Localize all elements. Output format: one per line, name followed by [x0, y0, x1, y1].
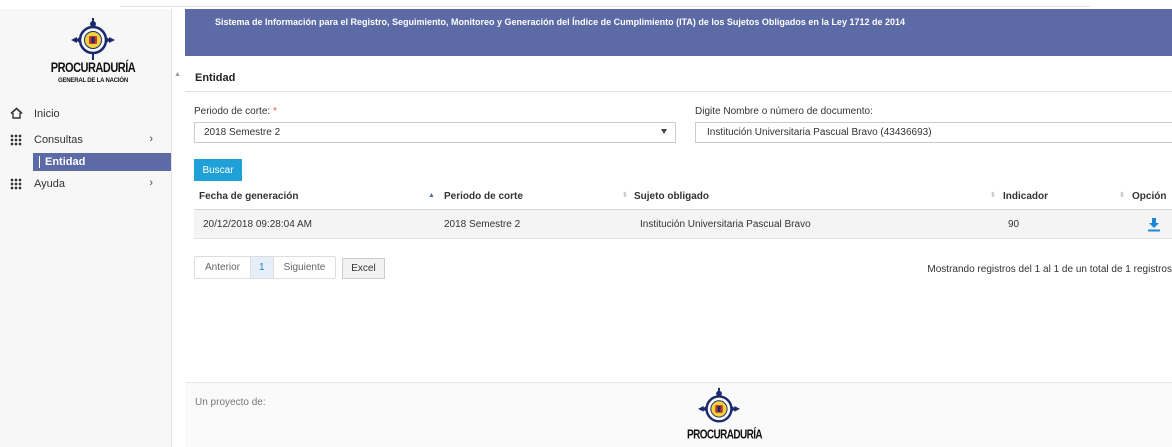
sidebar-item-ayuda[interactable]: Ayuda › [0, 171, 171, 197]
logo-title: PROCURADURÍA [50, 60, 136, 76]
column-header-indicador[interactable]: Indicador [1003, 191, 1048, 202]
search-input[interactable]: Institución Universitaria Pascual Bravo … [695, 122, 1172, 143]
download-icon[interactable] [1147, 217, 1161, 232]
sidebar-item-consultas[interactable]: Consultas › [0, 127, 171, 153]
column-header-fecha[interactable]: Fecha de generación [199, 191, 298, 202]
sidebar-item-label: Inicio [34, 108, 60, 120]
sidebar-item-label: Ayuda [34, 178, 65, 190]
chevron-right-icon: › [149, 133, 153, 145]
sort-icon[interactable]: ⬍ [622, 191, 628, 201]
project-label: Un proyecto de: [195, 397, 266, 408]
app-header: Sistema de Información para el Registro,… [185, 9, 1172, 56]
pagination-next[interactable]: Siguiente [274, 257, 336, 278]
footer-logo-title: PROCURADURÍA [687, 428, 763, 443]
column-header-opcion[interactable]: Opción [1132, 191, 1166, 202]
pagination-prev[interactable]: Anterior [195, 257, 250, 278]
sort-icon[interactable]: ⬍ [990, 191, 996, 201]
scroll-up-icon[interactable]: ▲ [174, 71, 181, 78]
grid-icon [10, 134, 22, 146]
footer-logo: PROCURADURÍA [687, 385, 763, 447]
pagination-page-1[interactable]: 1 [250, 257, 274, 278]
section-header: Entidad [185, 64, 1172, 92]
period-label-text: Periodo de corte: [194, 106, 271, 117]
procuraduria-logo[interactable]: PROCURADURÍA GENERAL DE LA NACIÓN [48, 15, 138, 93]
sidebar-item-label: Entidad [45, 156, 86, 168]
sidebar-item-entidad[interactable]: Entidad [33, 153, 171, 171]
sidebar-nav: Inicio Consultas › Entidad Ayuda › [0, 101, 171, 197]
chevron-right-icon: › [149, 177, 153, 189]
logo-subtitle: GENERAL DE LA NACIÓN [57, 78, 128, 84]
results-table: Fecha de generación ▲ Periodo de corte ⬍… [194, 182, 1172, 239]
home-icon [10, 107, 23, 120]
column-header-periodo[interactable]: Periodo de corte [444, 191, 523, 202]
search-input-value: Institución Universitaria Pascual Bravo … [707, 127, 932, 138]
cell-periodo: 2018 Semestre 2 [444, 219, 521, 230]
sidebar-item-inicio[interactable]: Inicio [0, 101, 171, 127]
sort-icon[interactable]: ⬍ [1119, 191, 1125, 201]
period-label: Periodo de corte: * [194, 106, 277, 117]
records-summary: Mostrando registros del 1 al 1 de un tot… [927, 264, 1172, 275]
excel-button[interactable]: Excel [342, 258, 385, 279]
footer: Un proyecto de: PROCURADURÍA [185, 382, 1172, 447]
section-title: Entidad [195, 72, 236, 84]
cell-indicador: 90 [1008, 219, 1020, 230]
column-header-sujeto[interactable]: Sujeto obligado [634, 191, 709, 202]
caret-down-icon [661, 129, 667, 134]
sidebar: PROCURADURÍA GENERAL DE LA NACIÓN Inicio… [0, 9, 172, 447]
period-select[interactable]: 2018 Semestre 2 [194, 122, 676, 143]
search-label: Digite Nombre o número de documento: [695, 106, 873, 117]
grid-icon [10, 178, 22, 190]
pagination: Anterior 1 Siguiente [194, 256, 337, 279]
required-marker: * [272, 106, 277, 117]
page-title: Sistema de Información para el Registro,… [215, 17, 905, 27]
table-header: Fecha de generación ▲ Periodo de corte ⬍… [194, 182, 1172, 210]
crest-icon [71, 18, 115, 60]
cell-sujeto: Institución Universitaria Pascual Bravo [640, 219, 811, 230]
sidebar-item-label: Consultas [34, 134, 83, 146]
period-select-value: 2018 Semestre 2 [204, 127, 281, 138]
table-row: 20/12/2018 09:28:04 AM 2018 Semestre 2 I… [194, 210, 1172, 239]
buscar-button[interactable]: Buscar [194, 159, 242, 181]
crest-icon [697, 387, 741, 423]
cell-fecha: 20/12/2018 09:28:04 AM [203, 219, 312, 230]
top-line [0, 0, 1172, 9]
sort-asc-icon[interactable]: ▲ [428, 191, 435, 201]
app-window: PROCURADURÍA GENERAL DE LA NACIÓN Inicio… [0, 0, 1172, 447]
